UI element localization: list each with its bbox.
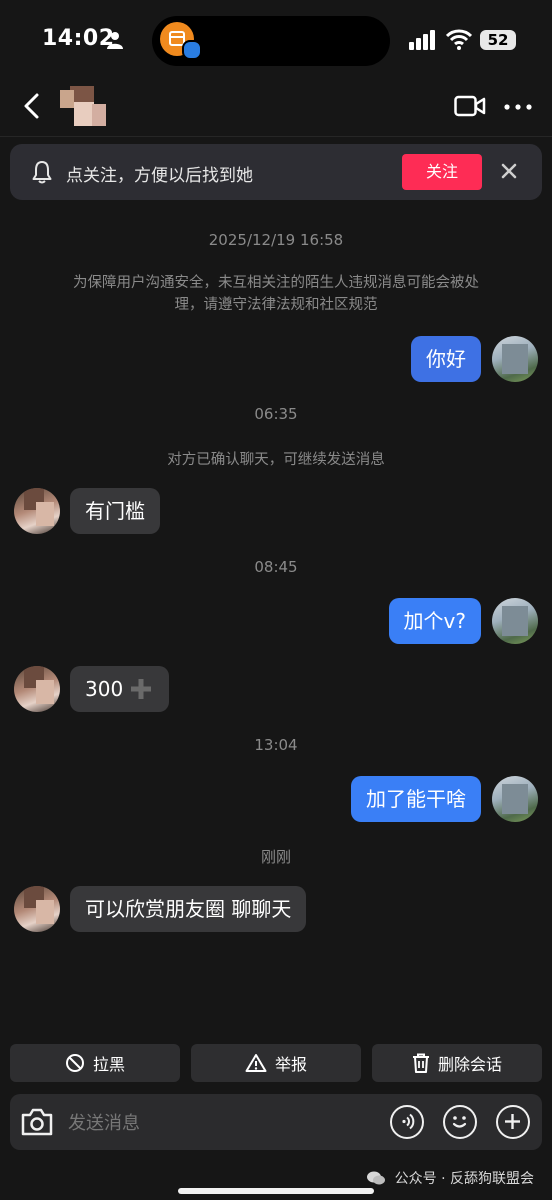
safety-notice-line1: 为保障用户沟通安全，未互相关注的陌生人违规消息可能会被处 [73, 275, 479, 291]
contact-avatar[interactable] [14, 488, 60, 534]
trash-icon [412, 1053, 429, 1073]
wechat-icon [367, 1171, 386, 1185]
banner-text: 点关注，方便以后找到她 [66, 166, 253, 186]
plus-icon[interactable] [496, 1105, 530, 1139]
message-bubble-other[interactable]: 300 [70, 666, 170, 712]
date-stamp: 2025/12/19 16:58 [208, 231, 344, 249]
status-time: 14:02 [42, 26, 115, 51]
time-stamp: 08:45 [254, 558, 298, 576]
safety-notice-line2: 理，请遵守法律法规和社区规范 [174, 297, 378, 313]
time-stamp: 13:04 [254, 736, 298, 754]
time-stamp: 06:35 [254, 405, 298, 423]
my-avatar[interactable] [492, 336, 538, 382]
report-button[interactable]: 举报 [191, 1044, 361, 1082]
watermark-text: 公众号 · 反舔狗联盟会 [394, 1171, 534, 1187]
header-avatar[interactable] [56, 82, 108, 128]
message-input[interactable] [66, 1106, 370, 1140]
badge-icon [182, 40, 202, 60]
home-indicator[interactable] [178, 1188, 374, 1194]
video-call-icon[interactable] [454, 95, 486, 117]
my-avatar[interactable] [492, 598, 538, 644]
cellular-signal-icon [409, 30, 435, 50]
system-message: 对方已确认聊天，可继续发送消息 [167, 452, 385, 468]
wifi-icon [446, 29, 472, 50]
block-button[interactable]: 拉黑 [10, 1044, 180, 1082]
person-icon [107, 32, 123, 49]
delete-label: 删除会话 [437, 1055, 502, 1074]
message-text: 300 [85, 677, 124, 701]
delete-chat-button[interactable]: 删除会话 [372, 1044, 542, 1082]
watermark: 公众号 · 反舔狗联盟会 [366, 1168, 534, 1188]
close-icon[interactable] [498, 160, 520, 182]
report-label: 举报 [274, 1055, 307, 1074]
message-bubble-other[interactable]: 可以欣赏朋友圈 聊聊天 [70, 886, 307, 932]
time-stamp: 刚刚 [260, 848, 291, 866]
block-label: 拉黑 [92, 1055, 125, 1074]
message-bubble-mine[interactable]: 你好 [411, 336, 481, 382]
voice-message-icon[interactable] [390, 1105, 424, 1139]
header-divider [0, 136, 552, 137]
my-avatar[interactable] [492, 776, 538, 822]
message-bubble-mine[interactable]: 加了能干啥 [351, 776, 481, 822]
message-bubble-other[interactable]: 有门槛 [70, 488, 160, 534]
warning-icon [245, 1054, 267, 1072]
contact-avatar[interactable] [14, 666, 60, 712]
back-icon[interactable] [20, 92, 44, 120]
camera-icon[interactable] [20, 1106, 54, 1138]
battery-indicator: 52 [480, 30, 516, 50]
more-options-icon[interactable] [504, 104, 532, 110]
message-bubble-mine[interactable]: 加个v? [388, 598, 481, 644]
emoji-icon[interactable] [443, 1105, 477, 1139]
contact-avatar[interactable] [14, 886, 60, 932]
bell-icon [32, 161, 52, 184]
block-icon [65, 1054, 84, 1072]
plus-emoji-icon [131, 679, 152, 699]
follow-button[interactable]: 关注 [402, 154, 482, 190]
